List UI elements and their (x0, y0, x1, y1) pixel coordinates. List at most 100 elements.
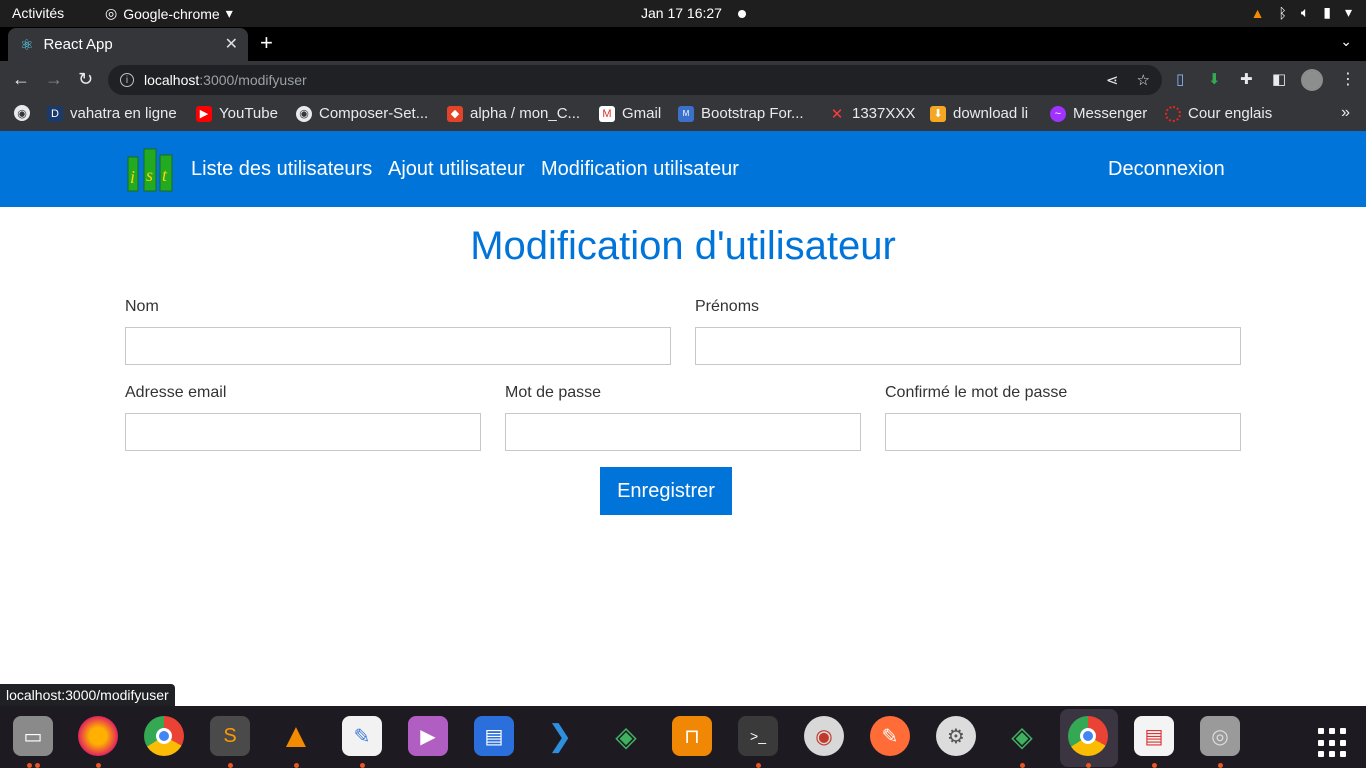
site-info-icon[interactable]: i (120, 73, 134, 87)
extension-download-icon[interactable]: ⬇ (1208, 70, 1221, 88)
disk-icon[interactable]: ◎ (1200, 716, 1240, 756)
text-editor-icon[interactable]: ✎ (342, 716, 382, 756)
video-icon[interactable]: ▶ (408, 716, 448, 756)
bookmark-label: YouTube (219, 105, 278, 122)
robo3t-icon-2[interactable]: ◈ (1002, 716, 1042, 756)
d-icon: D (47, 105, 63, 122)
chrome-icon[interactable] (144, 716, 184, 756)
logo[interactable]: i s t (126, 145, 174, 193)
bookmark-item[interactable]: ▶ YouTube (196, 105, 278, 122)
running-indicator (1086, 763, 1091, 768)
bookmark-item[interactable]: M Bootstrap For... (678, 105, 804, 122)
side-panel-icon[interactable]: ◧ (1272, 70, 1286, 88)
chrome-active-icon[interactable] (1068, 716, 1108, 756)
caret-down-icon: ▾ (225, 5, 233, 21)
globe-icon: ◉ (296, 105, 312, 122)
robo3t-icon[interactable]: ◈ (606, 716, 646, 756)
bookmark-item[interactable]: ◉ Composer-Set... (296, 105, 428, 122)
tab-search-chevron-icon[interactable]: ⌄ (1340, 33, 1352, 50)
page-title: Modification d'utilisateur (470, 224, 896, 268)
bookmark-item[interactable]: Dvahatra en ligne (47, 105, 177, 122)
share-icon[interactable]: ⋖ (1106, 71, 1119, 89)
messenger-icon: ~ (1050, 105, 1066, 122)
show-apps-grid-icon[interactable] (1318, 728, 1348, 758)
vlc-tray-icon[interactable]: ▲ (1251, 5, 1265, 21)
profile-avatar[interactable] (1301, 69, 1323, 91)
ring-icon (1165, 105, 1181, 122)
more-bookmarks-icon[interactable]: » (1341, 104, 1350, 122)
prenoms-input[interactable] (695, 327, 1241, 365)
bookmark-item[interactable]: ◆ alpha / mon_C... (447, 105, 580, 122)
bookmark-item[interactable]: ~ Messenger (1050, 105, 1147, 122)
running-indicator (1020, 763, 1025, 768)
extensions-puzzle-icon[interactable]: ✚ (1240, 70, 1253, 88)
email-label: Adresse email (125, 384, 227, 401)
power-menu-icon[interactable]: ▾ (1345, 4, 1352, 21)
download-icon: ⬇ (930, 105, 946, 122)
bookmark-label: download li (953, 105, 1029, 122)
react-icon: ⚛ (20, 36, 34, 54)
running-indicator (228, 763, 233, 768)
back-icon[interactable]: ← (12, 69, 30, 90)
bookmark-label: vahatra en ligne (70, 105, 177, 122)
app-menu-label: Google-chrome (123, 5, 220, 22)
bookmark-apps[interactable]: ◉ (14, 105, 30, 121)
terminal-icon[interactable]: >_ (738, 716, 778, 756)
logout-link[interactable]: Deconnexion (1108, 158, 1225, 181)
drawio-icon[interactable]: ⊓ (672, 716, 712, 756)
nav-link-user-list[interactable]: Liste des utilisateurs (191, 158, 372, 181)
bookmark-item[interactable]: Cour englais (1165, 105, 1272, 122)
bookmark-label: alpha / mon_C... (470, 105, 581, 122)
settings-icon[interactable]: ⚙ (936, 716, 976, 756)
vlc-icon[interactable]: ▲ (276, 716, 316, 756)
globe-icon: ◉ (14, 105, 30, 121)
app-menu[interactable]: ◎ Google-chrome ▾ (105, 5, 233, 22)
nom-input[interactable] (125, 327, 671, 365)
files-icon[interactable]: ▭ (13, 716, 53, 756)
nav-link-add-user[interactable]: Ajout utilisateur (388, 158, 525, 181)
mdb-icon: M (678, 105, 694, 122)
sublime-icon[interactable]: S (210, 716, 250, 756)
nav-link-modify-user[interactable]: Modification utilisateur (541, 158, 739, 181)
tab-react-app[interactable]: ⚛ React App ✕ (8, 28, 248, 61)
confirm-password-input[interactable] (885, 413, 1241, 451)
bookmark-item[interactable]: ✕ 1337XXX (829, 105, 916, 123)
bluetooth-icon[interactable]: ᛒ (1278, 5, 1286, 21)
running-indicator (35, 763, 40, 768)
bookmark-label: Cour englais (1188, 105, 1273, 122)
dock: ▭ S ▲ ✎ ▶ ▤ ❯ ◈ ⊓ >_ ◉ ✎ ⚙ ◈ ▤ ◎ (0, 706, 1366, 768)
save-button[interactable]: Enregistrer (600, 467, 732, 515)
chrome-menu-icon[interactable]: ⋮ (1340, 69, 1356, 89)
new-tab-button[interactable]: + (260, 30, 273, 56)
close-tab-icon[interactable]: ✕ (225, 34, 238, 54)
vscode-icon[interactable]: ❯ (540, 716, 580, 756)
volume-icon[interactable]: 🔈︎ (1301, 4, 1309, 21)
extension-docs-icon[interactable]: ▯ (1176, 70, 1184, 88)
text-viewer-icon[interactable]: ▤ (1134, 716, 1174, 756)
battery-icon[interactable]: ▮ (1323, 4, 1331, 21)
clock[interactable]: Jan 17 16:27 (641, 5, 722, 21)
email-input[interactable] (125, 413, 481, 451)
bookmark-item[interactable]: ⬇ download li (930, 105, 1028, 122)
reload-icon[interactable]: ↻ (78, 69, 93, 90)
bookmark-label: 1337XXX (852, 105, 916, 122)
password-label: Mot de passe (505, 384, 602, 401)
system-tray[interactable]: ▲ ᛒ 🔈︎ ▮ ▾ (1251, 4, 1352, 21)
running-indicator (756, 763, 761, 768)
gmail-icon: M (599, 105, 615, 122)
forward-icon[interactable]: → (45, 69, 63, 90)
password-input[interactable] (505, 413, 861, 451)
firefox-icon[interactable] (78, 716, 118, 756)
address-bar[interactable]: i localhost:3000/modifyuser ⋖ ☆ (108, 65, 1162, 95)
running-indicator (27, 763, 32, 768)
postman-icon[interactable]: ✎ (870, 716, 910, 756)
gitlab-icon: ◆ (447, 105, 463, 122)
url-path: :3000/modifyuser (199, 72, 307, 88)
bookmark-label: Composer-Set... (319, 105, 429, 122)
document-icon[interactable]: ▤ (474, 716, 514, 756)
bookmark-item[interactable]: M Gmail (599, 105, 661, 122)
vpn-icon[interactable]: ◉ (804, 716, 844, 756)
running-indicator (294, 763, 299, 768)
activities-button[interactable]: Activités (12, 5, 64, 21)
bookmark-star-icon[interactable]: ☆ (1137, 71, 1150, 89)
